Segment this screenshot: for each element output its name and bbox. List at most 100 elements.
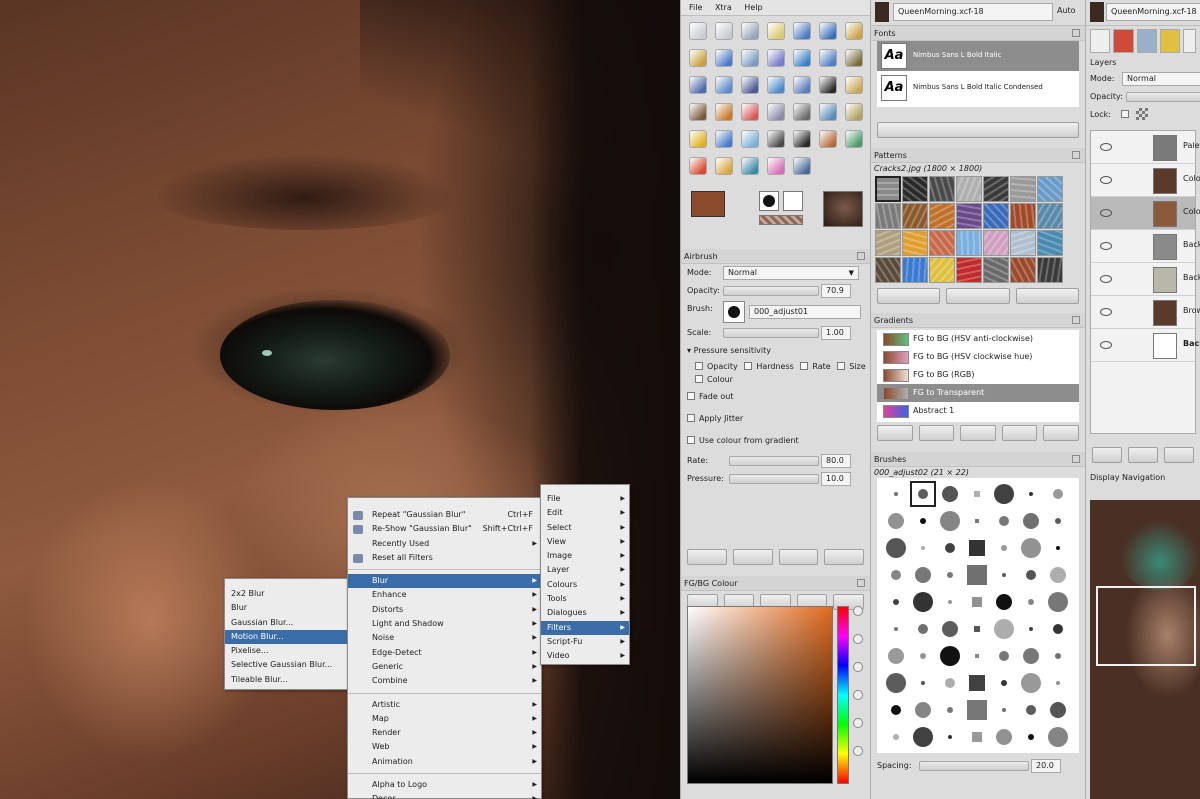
pattern-swatch[interactable] (902, 176, 928, 202)
layer-row[interactable]: Backgr (1091, 263, 1200, 296)
brush-tip[interactable] (883, 697, 909, 723)
brush-tip[interactable] (1018, 643, 1044, 669)
brush-tip[interactable] (937, 481, 963, 507)
menu-item-blur[interactable]: Pixelise... (225, 644, 347, 658)
brush-tip[interactable] (910, 616, 936, 642)
reset-options-button[interactable] (824, 549, 864, 565)
pattern-swatch[interactable] (929, 257, 955, 283)
tool-button-8[interactable] (715, 49, 733, 67)
jitter-checkbox[interactable] (687, 414, 695, 422)
tool-button-36[interactable] (715, 157, 733, 175)
pressure-input[interactable]: 10.0 (821, 472, 851, 486)
channels-tab[interactable] (1113, 29, 1134, 53)
brush-tip[interactable] (910, 670, 936, 696)
layers-tab[interactable] (1090, 29, 1111, 53)
opacity-slider[interactable] (723, 286, 819, 296)
brush-tip[interactable] (1045, 697, 1071, 723)
pattern-swatch[interactable] (1037, 176, 1063, 202)
brush-tip[interactable] (910, 643, 936, 669)
pattern-indicator[interactable] (759, 215, 803, 225)
tool-button-1[interactable] (715, 22, 733, 40)
brush-tip[interactable] (964, 616, 990, 642)
size-checkbox[interactable] (837, 362, 846, 370)
tool-button-7[interactable] (689, 49, 707, 67)
close-icon[interactable] (857, 579, 865, 587)
refresh-gradients-button[interactable] (1043, 425, 1079, 441)
paths-tab[interactable] (1136, 29, 1157, 53)
brush-color-indicator[interactable] (783, 191, 803, 211)
tool-button-20[interactable] (845, 76, 863, 94)
pattern-swatch[interactable] (1010, 257, 1036, 283)
tool-button-14[interactable] (689, 76, 707, 94)
menu-item-main[interactable]: Image ▶ (541, 549, 629, 563)
hue-strip[interactable] (837, 606, 849, 784)
brush-tip[interactable] (910, 697, 936, 723)
menu-item-main[interactable]: Script-Fu ▶ (541, 635, 629, 649)
pattern-swatch[interactable] (902, 203, 928, 229)
edit-gradient-button[interactable] (877, 425, 913, 441)
brush-tip[interactable] (910, 481, 936, 507)
menu-item-blur[interactable]: Gaussian Blur... (225, 616, 347, 630)
layer-opacity-slider[interactable] (1126, 92, 1200, 102)
tool-button-32[interactable] (793, 130, 811, 148)
layers-image-select[interactable]: QueenMorning.xcf-18 (1106, 3, 1200, 21)
brush-tip[interactable] (1018, 697, 1044, 723)
close-icon[interactable] (1072, 455, 1080, 463)
pattern-swatch[interactable] (956, 230, 982, 256)
brush-tip[interactable] (964, 589, 990, 615)
brush-tip[interactable] (964, 508, 990, 534)
auto-button[interactable]: Auto (1057, 6, 1076, 15)
brush-tip[interactable] (937, 508, 963, 534)
tool-button-33[interactable] (819, 130, 837, 148)
brush-tip[interactable] (937, 670, 963, 696)
tool-button-0[interactable] (689, 22, 707, 40)
channel-radio[interactable] (853, 634, 863, 644)
brush-tip[interactable] (964, 697, 990, 723)
tool-button-5[interactable] (819, 22, 837, 40)
channel-radio[interactable] (853, 718, 863, 728)
close-icon[interactable] (1072, 29, 1080, 37)
spacing-slider[interactable] (919, 761, 1029, 771)
brush-tip[interactable] (991, 508, 1017, 534)
tool-button-22[interactable] (715, 103, 733, 121)
hardness-checkbox[interactable] (744, 362, 753, 370)
close-icon[interactable] (1072, 151, 1080, 159)
lock-checkbox[interactable] (1121, 110, 1130, 118)
brush-tip[interactable] (1045, 670, 1071, 696)
menu-item-filters[interactable]: Enhance ▶ (348, 588, 541, 602)
pattern-swatch[interactable] (983, 203, 1009, 229)
fade-checkbox[interactable] (687, 392, 695, 400)
brush-tip[interactable] (1045, 589, 1071, 615)
refresh-patterns-button[interactable] (946, 288, 1010, 304)
menu-file[interactable]: File (689, 0, 702, 15)
tool-button-2[interactable] (741, 22, 759, 40)
colour-checkbox[interactable] (695, 375, 703, 383)
tool-button-21[interactable] (689, 103, 707, 121)
brush-tip[interactable] (1018, 589, 1044, 615)
brush-tip[interactable] (991, 589, 1017, 615)
tool-button-31[interactable] (767, 130, 785, 148)
brush-preview[interactable] (723, 301, 745, 323)
channel-radio[interactable] (853, 746, 863, 756)
tool-button-26[interactable] (819, 103, 837, 121)
brush-tip[interactable] (883, 724, 909, 750)
menu-item-filters[interactable]: Combine ▶ (348, 674, 541, 688)
brush-tip[interactable] (1018, 670, 1044, 696)
opacity-checkbox[interactable] (695, 362, 703, 370)
lower-layer-button[interactable] (1164, 447, 1194, 463)
brush-tip[interactable] (883, 481, 909, 507)
channel-radio[interactable] (853, 662, 863, 672)
more-tab[interactable] (1183, 29, 1197, 53)
pattern-swatch[interactable] (956, 203, 982, 229)
brush-tip[interactable] (991, 643, 1017, 669)
layer-row[interactable]: Palette (1091, 131, 1200, 164)
pattern-swatch[interactable] (875, 176, 901, 202)
tool-button-24[interactable] (767, 103, 785, 121)
pattern-swatch[interactable] (902, 230, 928, 256)
brush-tip[interactable] (910, 589, 936, 615)
menu-item-filters[interactable]: Reset all Filters (348, 551, 541, 565)
pattern-swatch[interactable] (1037, 203, 1063, 229)
brush-tip[interactable] (991, 562, 1017, 588)
layer-row[interactable]: Colour (1091, 197, 1200, 230)
menu-item-blur[interactable]: Blur (225, 601, 347, 615)
